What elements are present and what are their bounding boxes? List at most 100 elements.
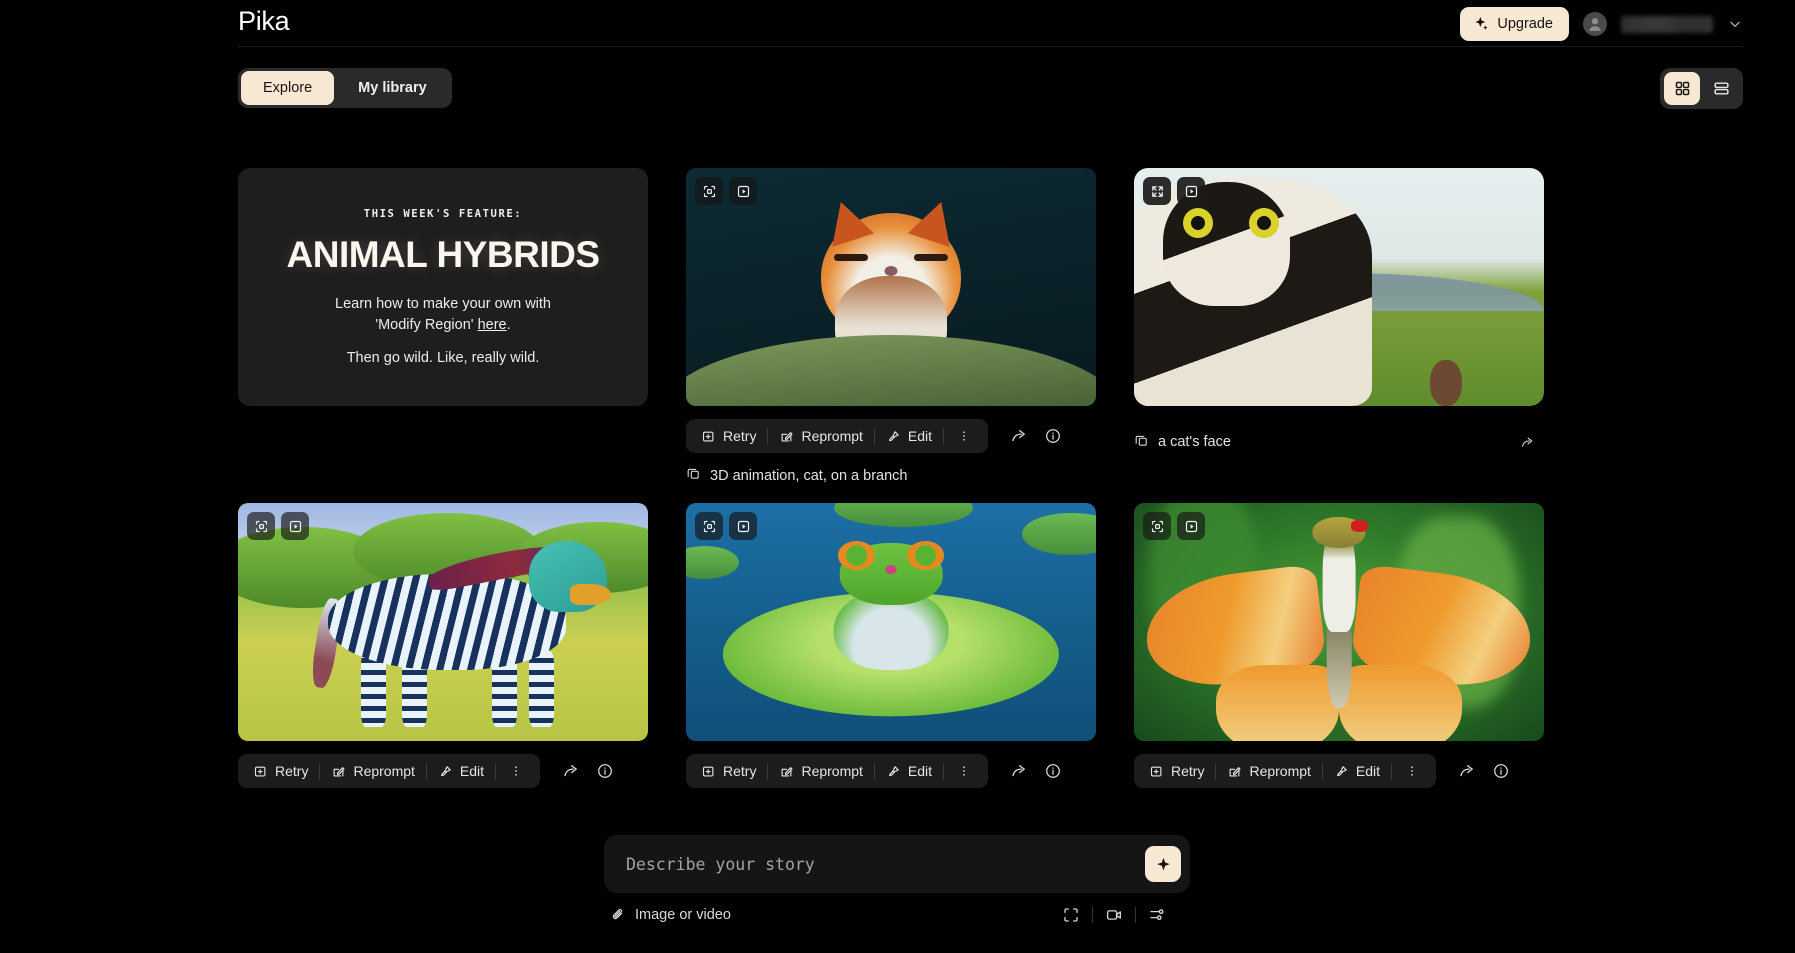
video-thumbnail-butterfly-snake[interactable]	[1134, 503, 1544, 741]
grid-cell-frog-bear: Retry Reprompt	[686, 503, 1096, 791]
edit-label: Edit	[908, 428, 932, 444]
info-button[interactable]	[1484, 755, 1518, 787]
list-view-button[interactable]	[1703, 72, 1739, 105]
prompt-text: a cat's face	[1158, 434, 1231, 450]
edit-label: Edit	[1356, 763, 1380, 779]
retry-button[interactable]: Retry	[1138, 756, 1215, 786]
reprompt-button[interactable]: Reprompt	[768, 421, 873, 451]
share-button[interactable]	[1510, 426, 1544, 458]
reprompt-button[interactable]: Reprompt	[768, 756, 873, 786]
modify-region-link[interactable]: here	[478, 317, 507, 333]
composer-divider	[1135, 907, 1136, 923]
composer-tools	[1052, 900, 1176, 930]
expand-icon[interactable]	[695, 512, 723, 540]
generate-button[interactable]	[1145, 846, 1181, 882]
retry-button[interactable]: Retry	[690, 421, 767, 451]
tab-explore[interactable]: Explore	[241, 71, 334, 105]
prompt-input[interactable]	[626, 855, 1145, 874]
expand-icon[interactable]	[1143, 512, 1171, 540]
info-circle-icon	[1044, 427, 1062, 445]
play-box-icon[interactable]	[1177, 512, 1205, 540]
feature-footer: Then go wild. Like, really wild.	[347, 350, 540, 366]
upgrade-button[interactable]: Upgrade	[1460, 7, 1569, 41]
info-circle-icon	[596, 762, 614, 780]
paintbrush-icon	[438, 764, 453, 779]
paintbrush-icon	[886, 429, 901, 444]
video-mode-button[interactable]	[1095, 900, 1133, 930]
share-button[interactable]	[1002, 420, 1036, 452]
app-logo[interactable]: Pika	[238, 6, 289, 37]
edit-button[interactable]: Edit	[875, 756, 943, 786]
more-options-button[interactable]	[496, 756, 536, 786]
info-button[interactable]	[588, 755, 622, 787]
retry-label: Retry	[723, 428, 756, 444]
upgrade-label: Upgrade	[1497, 16, 1553, 32]
share-button[interactable]	[1450, 755, 1484, 787]
share-arrow-icon	[1458, 762, 1476, 780]
settings-button[interactable]	[1138, 900, 1176, 930]
content-grid: THIS WEEK'S FEATURE: ANIMAL HYBRIDS Lear…	[238, 168, 1548, 791]
pencil-square-icon	[779, 429, 794, 444]
card-toolbar: Retry Reprompt	[1134, 751, 1544, 791]
top-bar: Pika Upgrade	[0, 0, 1795, 48]
retry-plus-box-icon	[1149, 764, 1164, 779]
retry-button[interactable]: Retry	[690, 756, 767, 786]
reprompt-button[interactable]: Reprompt	[320, 756, 425, 786]
feature-card[interactable]: THIS WEEK'S FEATURE: ANIMAL HYBRIDS Lear…	[238, 168, 648, 406]
edit-button[interactable]: Edit	[427, 756, 495, 786]
video-thumbnail-frog-bear[interactable]	[686, 503, 1096, 741]
video-thumbnail-cat-on-branch[interactable]	[686, 168, 1096, 406]
attach-label: Image or video	[635, 907, 731, 923]
expand-icon[interactable]	[247, 512, 275, 540]
attach-media-button[interactable]: Image or video	[610, 907, 731, 923]
chevron-down-icon[interactable]	[1727, 16, 1743, 32]
edit-button[interactable]: Edit	[1323, 756, 1391, 786]
avatar[interactable]	[1583, 12, 1607, 36]
info-button[interactable]	[1036, 420, 1070, 452]
primary-actions: Retry Reprompt	[238, 754, 540, 788]
video-thumbnail-cats-face[interactable]	[1134, 168, 1544, 406]
play-box-icon[interactable]	[281, 512, 309, 540]
edit-button[interactable]: Edit	[875, 421, 943, 451]
reprompt-button[interactable]: Reprompt	[1216, 756, 1321, 786]
feature-body-line1: Learn how to make your own with	[335, 296, 551, 312]
grid-view-button[interactable]	[1664, 72, 1700, 105]
reprompt-label: Reprompt	[1249, 763, 1310, 779]
copy-icon[interactable]	[686, 466, 701, 485]
share-button[interactable]	[554, 755, 588, 787]
feature-kicker: THIS WEEK'S FEATURE:	[364, 208, 522, 220]
grid-cell-zebra-parrot: Retry Reprompt	[238, 503, 648, 791]
edit-label: Edit	[908, 763, 932, 779]
video-thumbnail-zebra-parrot[interactable]	[238, 503, 648, 741]
thumbnail-badges	[1143, 177, 1205, 205]
more-options-button[interactable]	[1392, 756, 1432, 786]
expand-icon[interactable]	[1143, 177, 1171, 205]
expand-icon[interactable]	[695, 177, 723, 205]
composer: Image or video	[604, 835, 1190, 937]
more-vertical-icon	[957, 429, 971, 443]
info-circle-icon	[1492, 762, 1510, 780]
play-box-icon[interactable]	[1177, 177, 1205, 205]
more-options-button[interactable]	[944, 756, 984, 786]
share-arrow-icon	[1010, 427, 1028, 445]
more-vertical-icon	[1405, 764, 1419, 778]
primary-actions: Retry Reprompt	[1134, 754, 1436, 788]
grid-view-icon	[1674, 80, 1691, 97]
tab-my-library[interactable]: My library	[336, 71, 449, 105]
thumbnail-badges	[695, 512, 757, 540]
composer-input-box[interactable]	[604, 835, 1190, 893]
edit-label: Edit	[460, 763, 484, 779]
reprompt-label: Reprompt	[801, 763, 862, 779]
primary-actions: Retry Reprompt	[686, 754, 988, 788]
share-button[interactable]	[1002, 755, 1036, 787]
more-options-button[interactable]	[944, 421, 984, 451]
aspect-ratio-button[interactable]	[1052, 900, 1090, 930]
list-view-icon	[1713, 80, 1730, 97]
play-box-icon[interactable]	[729, 512, 757, 540]
top-bar-right: Upgrade	[1460, 7, 1743, 41]
copy-icon[interactable]	[1134, 433, 1149, 452]
retry-button[interactable]: Retry	[242, 756, 319, 786]
play-box-icon[interactable]	[729, 177, 757, 205]
retry-plus-box-icon	[701, 764, 716, 779]
info-button[interactable]	[1036, 755, 1070, 787]
